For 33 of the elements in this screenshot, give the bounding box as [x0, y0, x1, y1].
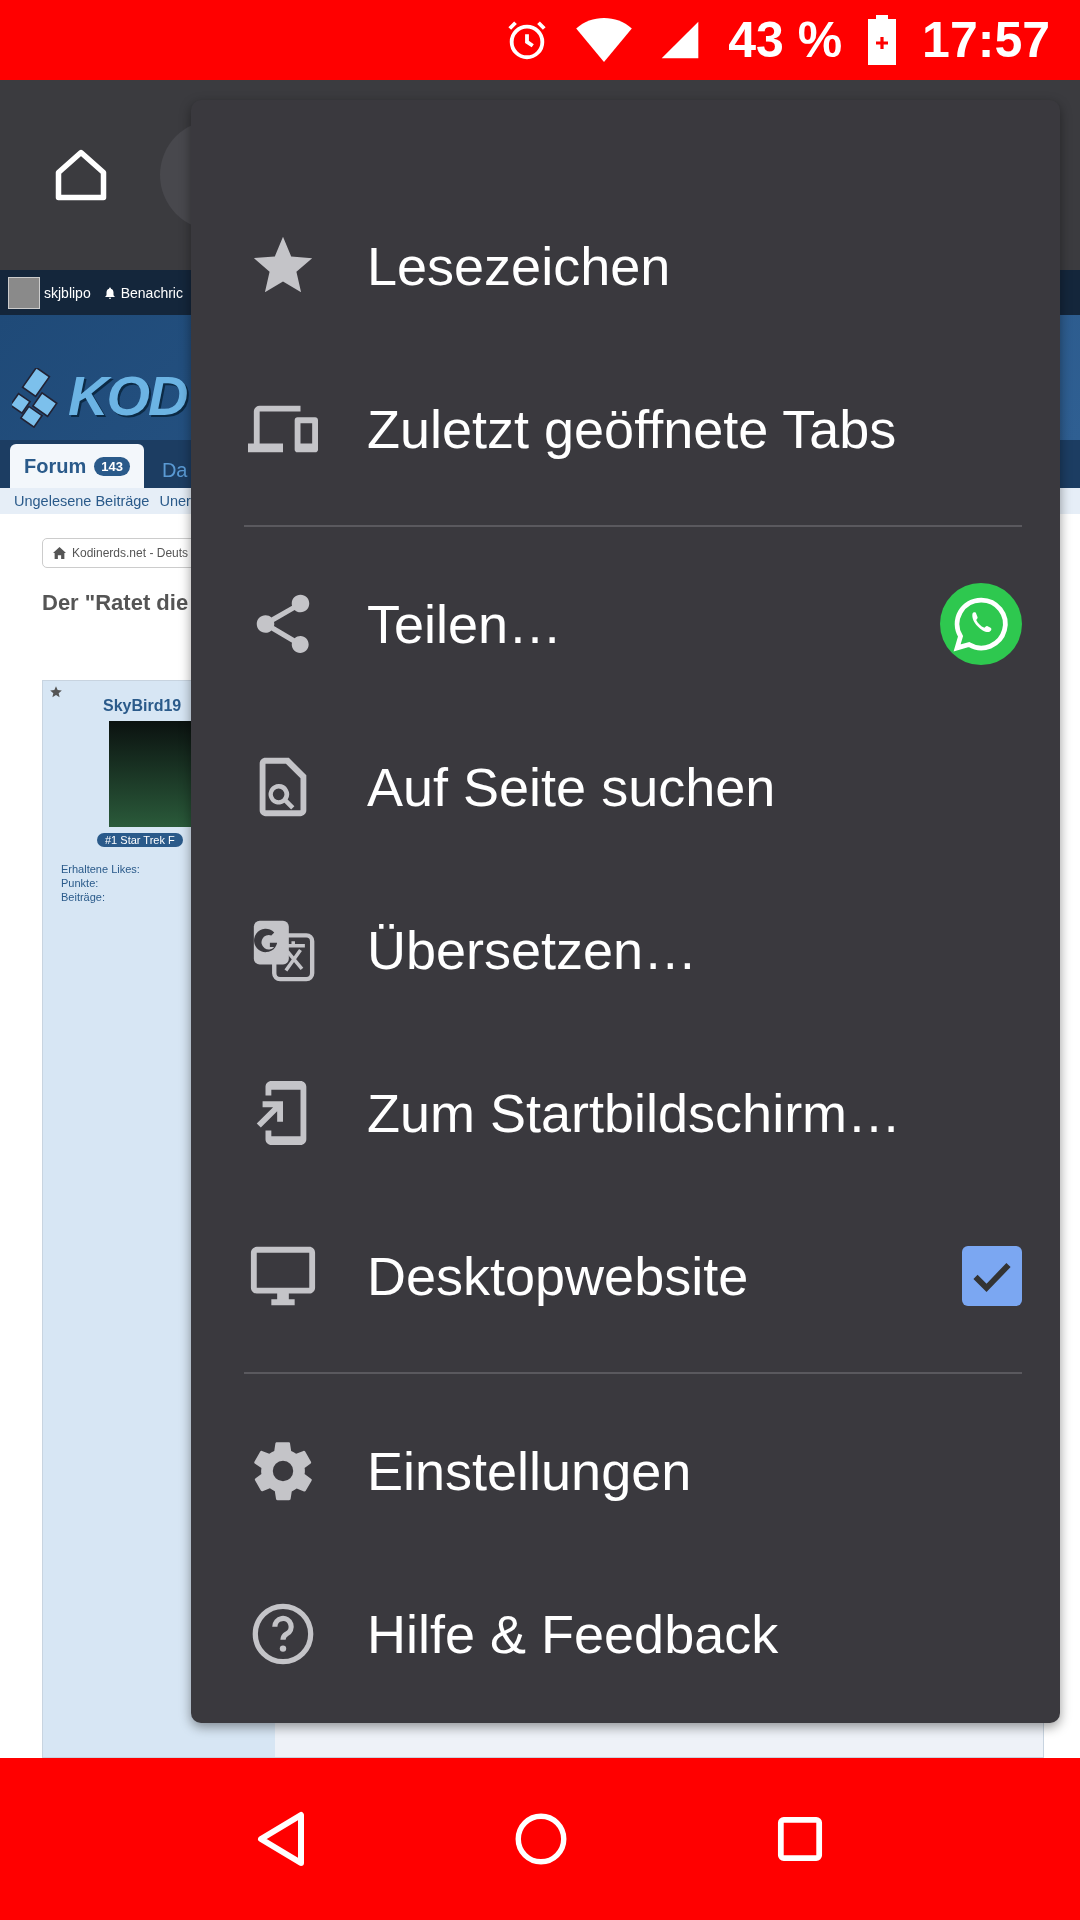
- clock-time: 17:57: [922, 11, 1050, 69]
- battery-icon: [868, 15, 897, 65]
- nav-tab[interactable]: Forum 143: [10, 444, 144, 488]
- menu-item[interactable]: Auf Seite suchen: [191, 705, 1060, 868]
- menu-item[interactable]: Einstellungen: [191, 1389, 1060, 1552]
- username[interactable]: skjblipo: [44, 284, 91, 301]
- subnav-link[interactable]: Ungelesene Beiträge: [14, 493, 150, 509]
- stat-label: Erhaltene Likes:: [61, 863, 141, 875]
- site-logo: KOD: [68, 363, 187, 428]
- thread-title: Der "Ratet die: [42, 590, 189, 616]
- menu-item[interactable]: Lesezeichen: [191, 184, 1060, 347]
- logo-icon: [12, 368, 60, 428]
- subnav-link[interactable]: Uner: [159, 493, 191, 509]
- back-icon[interactable]: [257, 1811, 305, 1867]
- notifications-link[interactable]: Benachric: [120, 284, 183, 301]
- user-avatar: [8, 276, 40, 309]
- battery-percent: 43 %: [728, 11, 843, 69]
- stat-label: Punkte:: [61, 877, 100, 889]
- star-icon: [49, 685, 63, 699]
- wifi-icon: [576, 18, 633, 62]
- count-badge: 143: [94, 456, 130, 476]
- recents-icon[interactable]: [777, 1816, 823, 1862]
- menu-item[interactable]: Zum Startbildschirm…: [191, 1031, 1060, 1194]
- stat-label: Beiträge:: [61, 891, 107, 903]
- home-icon: [53, 547, 66, 559]
- menu-item[interactable]: Desktopwebsite: [191, 1194, 1060, 1357]
- menu-item[interactable]: Übersetzen…: [191, 868, 1060, 1031]
- menu-item[interactable]: Zuletzt geöffnete Tabs: [191, 347, 1060, 510]
- menu-item[interactable]: Hilfe & Feedback: [191, 1552, 1060, 1715]
- rank-label: #1 Star Trek F: [97, 833, 183, 847]
- chat-app-icon[interactable]: [940, 582, 1022, 665]
- menu-item[interactable]: Teilen…: [191, 542, 1060, 705]
- checkbox[interactable]: [962, 1245, 1022, 1306]
